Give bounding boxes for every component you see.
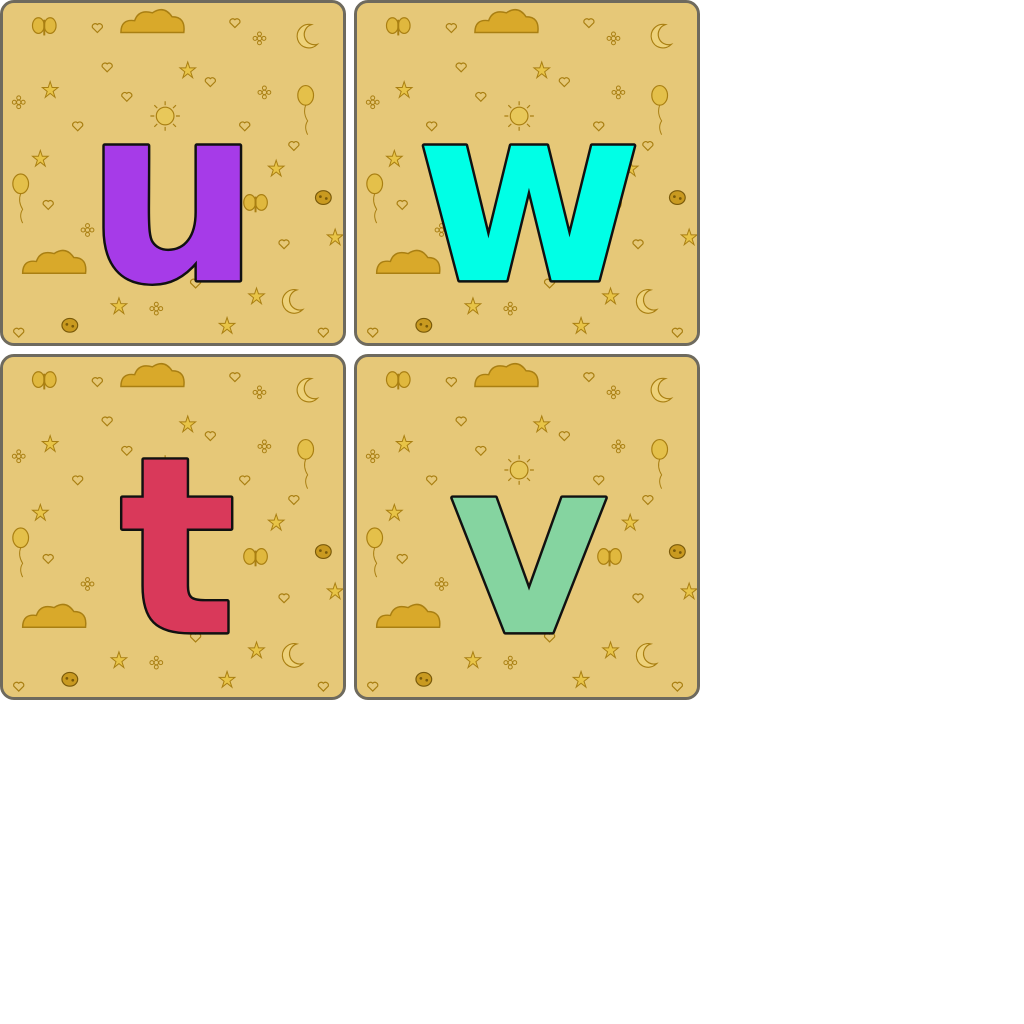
letter-glyph: v (446, 402, 611, 693)
letter-glyph: u (83, 50, 263, 341)
letter-tile-u[interactable]: u (0, 0, 346, 346)
letter-w: w (415, 52, 642, 338)
letter-v: v (449, 404, 609, 690)
letter-tile-v[interactable]: v (354, 354, 700, 700)
letter-u: u (86, 52, 261, 338)
letter-board: u w t v (0, 0, 706, 706)
letter-glyph: w (413, 50, 645, 341)
letter-tile-w[interactable]: w (354, 0, 700, 346)
letter-t: t (119, 404, 236, 690)
letter-tile-t[interactable]: t (0, 354, 346, 700)
letter-glyph: t (117, 402, 239, 693)
